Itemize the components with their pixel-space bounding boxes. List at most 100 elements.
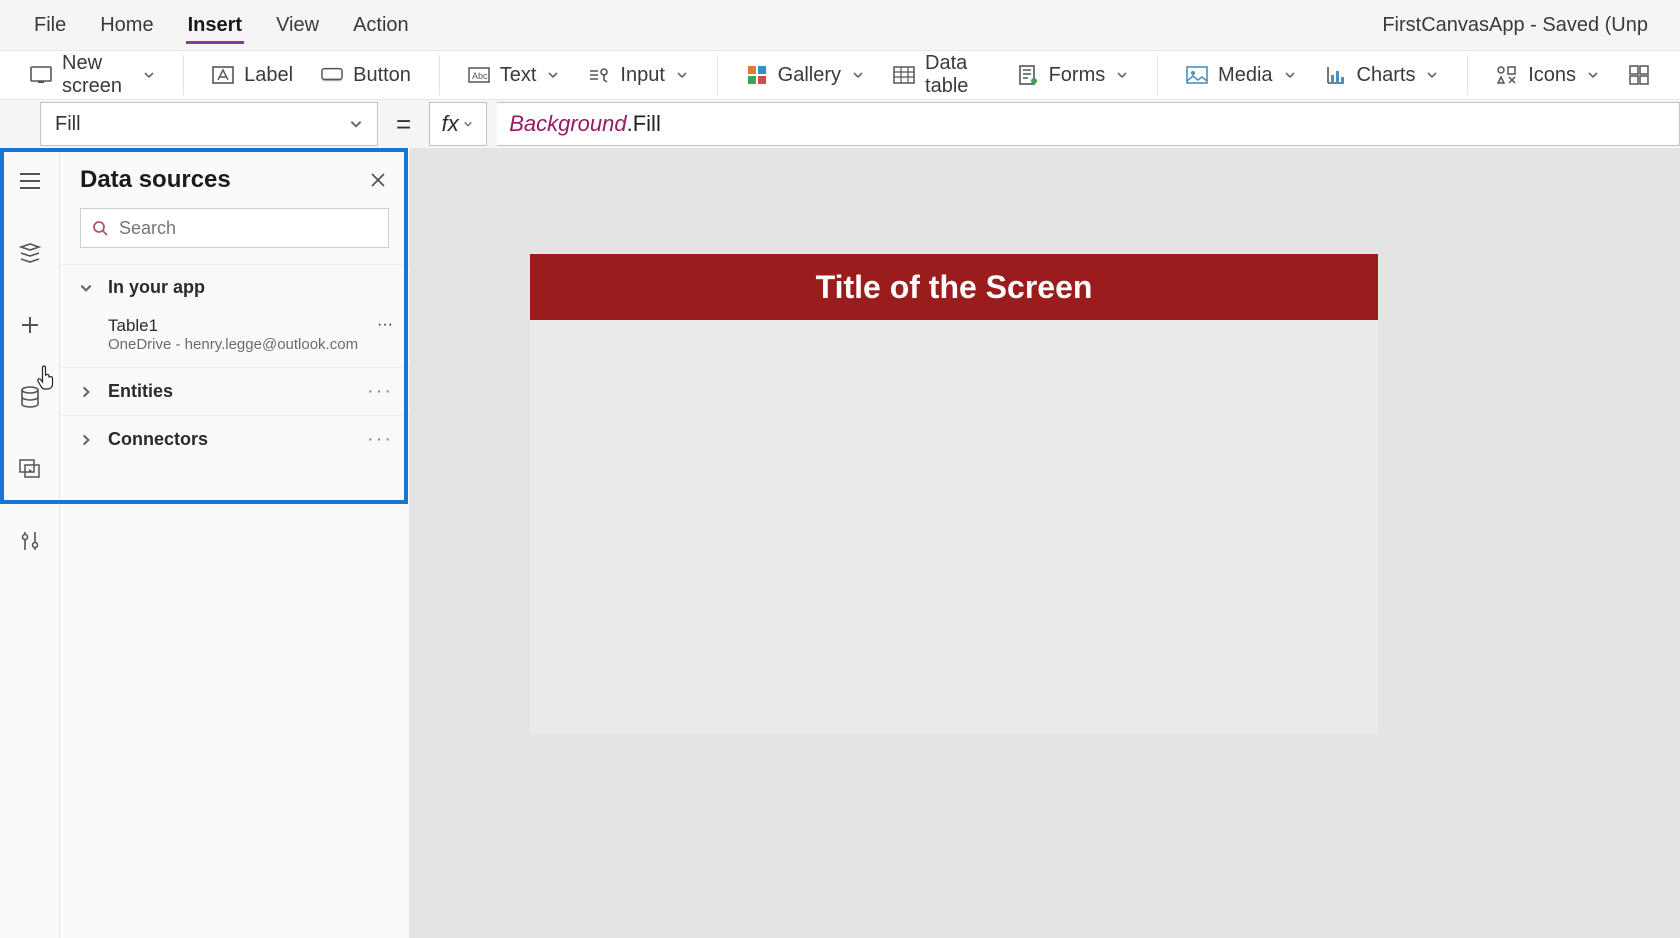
chevron-right-icon — [76, 385, 96, 399]
panel-search[interactable] — [80, 208, 389, 248]
fx-button[interactable]: fx — [429, 102, 487, 146]
fx-icon: fx — [442, 111, 459, 137]
section-connectors[interactable]: Connectors ··· — [60, 415, 409, 463]
icons-icon — [1496, 64, 1518, 86]
ribbon-separator — [717, 55, 718, 95]
property-dropdown[interactable]: Fill — [40, 102, 378, 146]
charts-label: Charts — [1357, 64, 1416, 87]
app-canvas[interactable]: Title of the Screen — [530, 254, 1378, 734]
canvas-area[interactable]: Title of the Screen — [410, 148, 1680, 938]
section-label: In your app — [108, 277, 393, 298]
input-label: Input — [620, 64, 664, 87]
chevron-down-icon — [1115, 68, 1129, 82]
formula-token-object: Background — [509, 111, 626, 137]
label-icon — [212, 64, 234, 86]
label-button[interactable]: Label — [212, 64, 293, 87]
ribbon: New screen Label Button Abc Text Input — [0, 50, 1680, 100]
more-options-button[interactable]: ··· — [377, 316, 393, 334]
app-title: FirstCanvasApp - Saved (Unp — [1382, 14, 1648, 37]
menu-view[interactable]: View — [274, 10, 321, 41]
forms-label: Forms — [1049, 64, 1106, 87]
menu-file[interactable]: File — [32, 10, 68, 41]
chevron-down-icon — [349, 117, 363, 131]
chevron-down-icon — [1283, 68, 1297, 82]
rail-hamburger[interactable] — [11, 162, 49, 200]
chevron-down-icon — [851, 68, 865, 82]
input-button[interactable]: Input — [588, 64, 688, 87]
formula-bar: Fill = fx Background.Fill — [0, 100, 1680, 148]
panel-close-button[interactable] — [365, 167, 391, 193]
equals-sign: = — [396, 109, 411, 140]
main-area: Data sources In your app Table1 OneDrive… — [0, 148, 1680, 938]
menubar-items: File Home Insert View Action — [32, 10, 411, 41]
charts-button[interactable]: Charts — [1325, 64, 1440, 87]
button-icon — [321, 64, 343, 86]
screen-icon — [30, 64, 52, 86]
section-entities[interactable]: Entities ··· — [60, 367, 409, 415]
canvas-title-text: Title of the Screen — [816, 269, 1093, 306]
menubar: File Home Insert View Action FirstCanvas… — [0, 0, 1680, 50]
chevron-down-icon — [675, 68, 689, 82]
data-table-icon — [893, 64, 915, 86]
button-button[interactable]: Button — [321, 64, 411, 87]
data-sources-panel: Data sources In your app Table1 OneDrive… — [60, 148, 410, 938]
gallery-icon — [746, 64, 768, 86]
new-screen-label: New screen — [62, 52, 133, 98]
rail-data[interactable] — [11, 378, 49, 416]
text-icon: Abc — [468, 64, 490, 86]
ribbon-separator — [1467, 55, 1468, 95]
chevron-down-icon — [76, 281, 96, 295]
chevron-down-icon — [1425, 68, 1439, 82]
chevron-down-icon — [546, 68, 560, 82]
menu-insert[interactable]: Insert — [186, 10, 244, 41]
icons-label: Icons — [1528, 64, 1576, 87]
rail-advanced[interactable] — [11, 522, 49, 560]
left-rail — [0, 148, 60, 938]
new-screen-button[interactable]: New screen — [30, 52, 155, 98]
icons-button[interactable]: Icons — [1496, 64, 1600, 87]
search-input[interactable] — [119, 218, 378, 239]
data-table-label: Data table — [925, 52, 989, 98]
forms-icon — [1017, 64, 1039, 86]
section-in-your-app[interactable]: In your app — [60, 264, 409, 310]
addins-button[interactable] — [1628, 64, 1650, 86]
menu-action[interactable]: Action — [351, 10, 411, 41]
more-options-button[interactable]: ··· — [367, 428, 393, 451]
chevron-down-icon — [461, 117, 475, 131]
chevron-down-icon — [143, 68, 155, 82]
input-icon — [588, 64, 610, 86]
svg-text:Abc: Abc — [472, 71, 488, 81]
ribbon-separator — [183, 55, 184, 95]
media-icon — [1186, 64, 1208, 86]
button-label: Button — [353, 64, 411, 87]
text-label: Text — [500, 64, 537, 87]
ribbon-separator — [1157, 55, 1158, 95]
forms-button[interactable]: Forms — [1017, 64, 1130, 87]
rail-media[interactable] — [11, 450, 49, 488]
gallery-label: Gallery — [778, 64, 841, 87]
formula-token-property: Fill — [633, 111, 661, 137]
rail-insert[interactable] — [11, 306, 49, 344]
label-label: Label — [244, 64, 293, 87]
menu-home[interactable]: Home — [98, 10, 155, 41]
data-table-button[interactable]: Data table — [893, 52, 989, 98]
section-label: Entities — [108, 381, 355, 402]
ribbon-separator — [439, 55, 440, 95]
property-value: Fill — [55, 113, 81, 136]
search-icon — [91, 219, 109, 237]
formula-input[interactable]: Background.Fill — [497, 102, 1680, 146]
canvas-title-bar[interactable]: Title of the Screen — [530, 254, 1378, 320]
chevron-right-icon — [76, 433, 96, 447]
text-button[interactable]: Abc Text — [468, 64, 561, 87]
addins-icon — [1628, 64, 1650, 86]
section-label: Connectors — [108, 429, 355, 450]
rail-tree-view[interactable] — [11, 234, 49, 272]
media-button[interactable]: Media — [1186, 64, 1296, 87]
data-source-subtitle: OneDrive - henry.legge@outlook.com — [108, 336, 358, 353]
chevron-down-icon — [1586, 68, 1600, 82]
more-options-button[interactable]: ··· — [367, 380, 393, 403]
data-source-item[interactable]: Table1 OneDrive - henry.legge@outlook.co… — [60, 310, 409, 367]
data-source-name: Table1 — [108, 316, 358, 336]
gallery-button[interactable]: Gallery — [746, 64, 865, 87]
panel-title: Data sources — [80, 166, 231, 194]
